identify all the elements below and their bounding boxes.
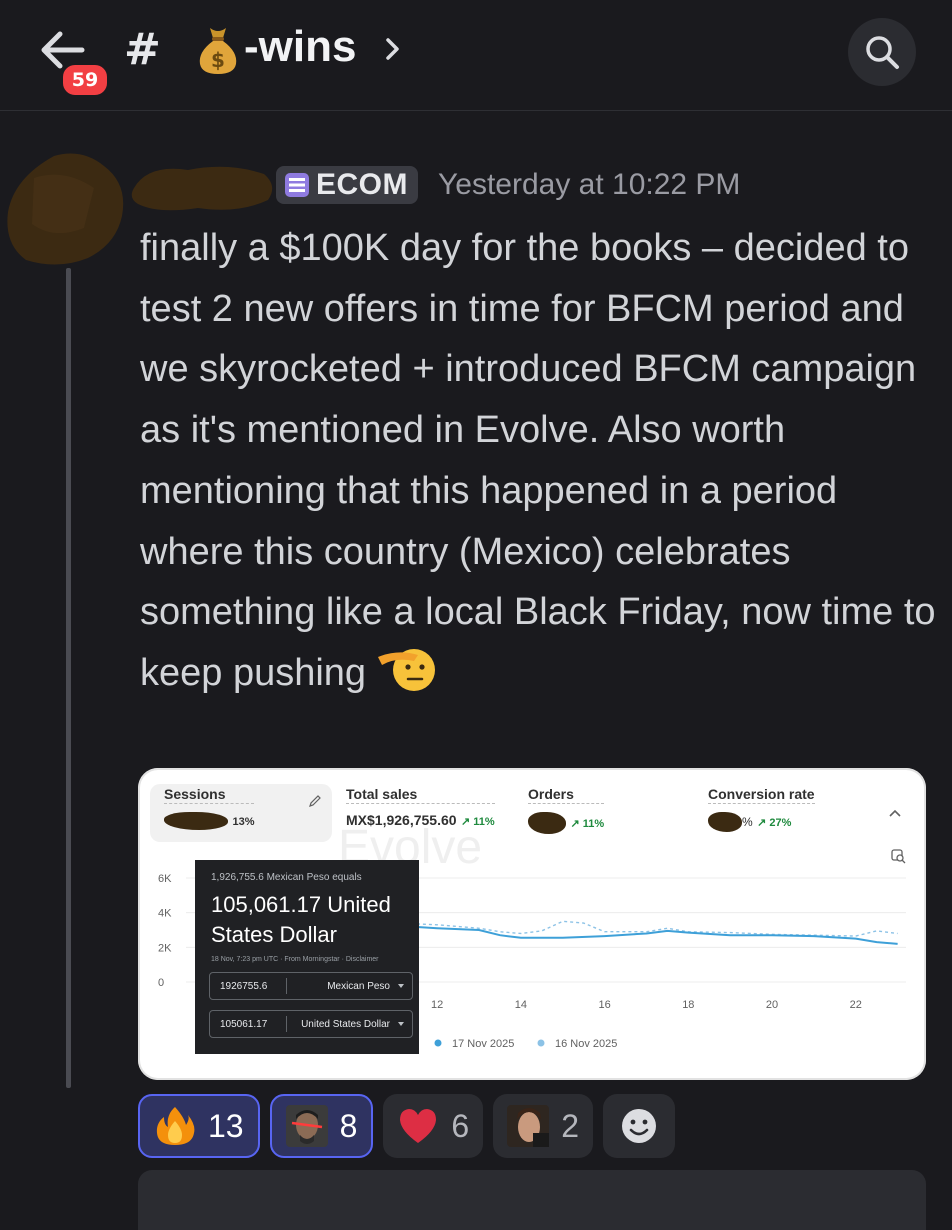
dropdown-caret-icon[interactable] [398, 984, 404, 988]
converter-equals-line: 1,926,755.6 Mexican Peso equals [211, 872, 362, 883]
avatar-redacted[interactable] [4, 148, 130, 272]
message-timestamp: Yesterday at 10:22 PM [438, 168, 741, 201]
y-tick-label: 6K [158, 873, 172, 885]
svg-text:$: $ [211, 48, 225, 72]
search-icon [866, 36, 899, 69]
channel-name[interactable]: -wins [244, 22, 356, 72]
next-message-preview [138, 1170, 926, 1230]
username-redacted[interactable] [128, 160, 278, 216]
legend-marker [434, 1039, 442, 1047]
saluting-face-icon [378, 648, 436, 691]
x-tick-label: 18 [682, 999, 694, 1011]
reaction-count: 8 [339, 1107, 358, 1144]
smiley-add-icon [621, 1109, 656, 1143]
to-currency-field[interactable]: 105061.17 United States Dollar [209, 1010, 413, 1038]
converter-meta: 18 Nov, 7:23 pm UTC · From Morningstar ·… [211, 956, 379, 963]
dropdown-caret-icon[interactable] [398, 1022, 404, 1026]
from-currency-select[interactable]: Mexican Peso [327, 981, 390, 992]
add-reaction-button[interactable] [602, 1094, 675, 1158]
image-attachment[interactable]: Sessions 13% Total sales MX$1,926,755.60… [138, 768, 926, 1080]
x-tick-label: 12 [431, 999, 443, 1011]
red-heart-icon [400, 1109, 437, 1143]
legend-label: 16 Nov 2025 [555, 1038, 617, 1050]
reaction-heart[interactable]: 6 [383, 1094, 484, 1158]
moneybag-icon: $ [199, 28, 237, 74]
to-currency-select[interactable]: United States Dollar [301, 1019, 390, 1030]
reaction-custom-man[interactable]: 8 [269, 1094, 374, 1158]
reaction-custom-face[interactable]: 2 [493, 1094, 593, 1158]
message-body: finally a $100K day for the books – deci… [140, 218, 940, 704]
reaction-count: 13 [208, 1107, 244, 1144]
reaction-count: 6 [451, 1107, 470, 1144]
from-amount[interactable]: 1926755.6 [220, 981, 267, 992]
message-text: finally a $100K day for the books – deci… [140, 227, 936, 694]
custom-man-emoji-icon [285, 1105, 328, 1147]
x-tick-label: 22 [850, 999, 862, 1011]
y-tick-label: 4K [158, 908, 172, 920]
from-currency-field[interactable]: 1926755.6 Mexican Peso [209, 972, 413, 1000]
field-divider [286, 1016, 287, 1032]
role-tag[interactable]: ECOM [276, 166, 418, 204]
unread-badge: 59 [60, 62, 110, 98]
ecom-tag-icon [285, 173, 309, 197]
role-tag-label: ECOM [316, 168, 408, 201]
currency-converter-card: 1,926,755.6 Mexican Peso equals 105,061.… [195, 860, 419, 1054]
to-amount[interactable]: 105061.17 [220, 1019, 267, 1030]
search-button[interactable] [848, 18, 916, 86]
channel-header: 59 # $ -wins [0, 0, 952, 111]
chevron-right-icon[interactable] [382, 36, 402, 62]
legend-marker [537, 1039, 545, 1047]
custom-face-emoji-icon [507, 1105, 550, 1147]
x-tick-label: 20 [766, 999, 778, 1011]
legend-label: 17 Nov 2025 [452, 1038, 514, 1050]
reaction-bar: 13 8 6 2 [138, 1094, 675, 1158]
y-tick-label: 0 [158, 977, 164, 989]
y-tick-label: 2K [158, 942, 172, 954]
reaction-count: 2 [561, 1107, 579, 1144]
channel-hash-icon: # [124, 24, 161, 75]
reaction-fire[interactable]: 13 [138, 1094, 260, 1158]
converter-result: 105,061.17 United States Dollar [211, 892, 391, 947]
thread-line [66, 268, 71, 1088]
fire-icon [156, 1107, 195, 1145]
field-divider [286, 978, 287, 994]
x-tick-label: 16 [598, 999, 610, 1011]
x-tick-label: 14 [515, 999, 527, 1011]
